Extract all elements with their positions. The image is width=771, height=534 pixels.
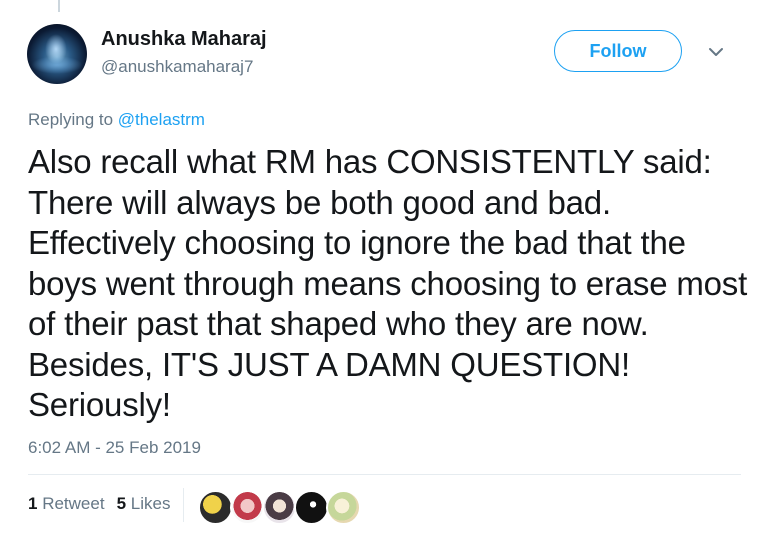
reply-mention-link[interactable]: @thelastrm [118, 110, 205, 129]
liker-avatar[interactable] [230, 490, 265, 525]
profile-avatar[interactable] [27, 24, 87, 84]
display-name[interactable]: Anushka Maharaj [101, 28, 267, 51]
screen-name[interactable]: @anushkamaharaj7 [101, 57, 253, 77]
tweet-card: Anushka Maharaj @anushkamaharaj7 Follow … [0, 0, 771, 534]
avatar-image-detail [31, 56, 83, 74]
likes-label: Likes [130, 494, 171, 513]
thread-connector-line [58, 0, 60, 12]
likes-count: 5 [116, 494, 127, 513]
liker-avatar[interactable] [262, 490, 297, 525]
liker-avatar[interactable] [294, 490, 329, 525]
tweet-text: Also recall what RM has CONSISTENTLY sai… [28, 143, 748, 423]
replying-to: Replying to @thelastrm [28, 110, 205, 130]
liker-avatar[interactable] [198, 490, 233, 525]
retweet-label: Retweet [42, 494, 105, 513]
replying-to-label: Replying to [28, 110, 114, 129]
retweet-count-link[interactable]: 1 Retweet [28, 494, 105, 514]
likes-count-link[interactable]: 5 Likes [117, 494, 171, 514]
divider [28, 474, 741, 475]
tweet-stats: 1 Retweet 5 Likes [28, 494, 170, 514]
retweet-count: 1 [28, 494, 38, 513]
chevron-down-icon[interactable] [706, 42, 726, 62]
follow-button[interactable]: Follow [554, 30, 682, 72]
liker-avatar[interactable] [326, 490, 361, 525]
stats-divider [183, 488, 184, 522]
liker-avatars [198, 490, 361, 525]
tweet-timestamp[interactable]: 6:02 AM - 25 Feb 2019 [28, 438, 201, 458]
